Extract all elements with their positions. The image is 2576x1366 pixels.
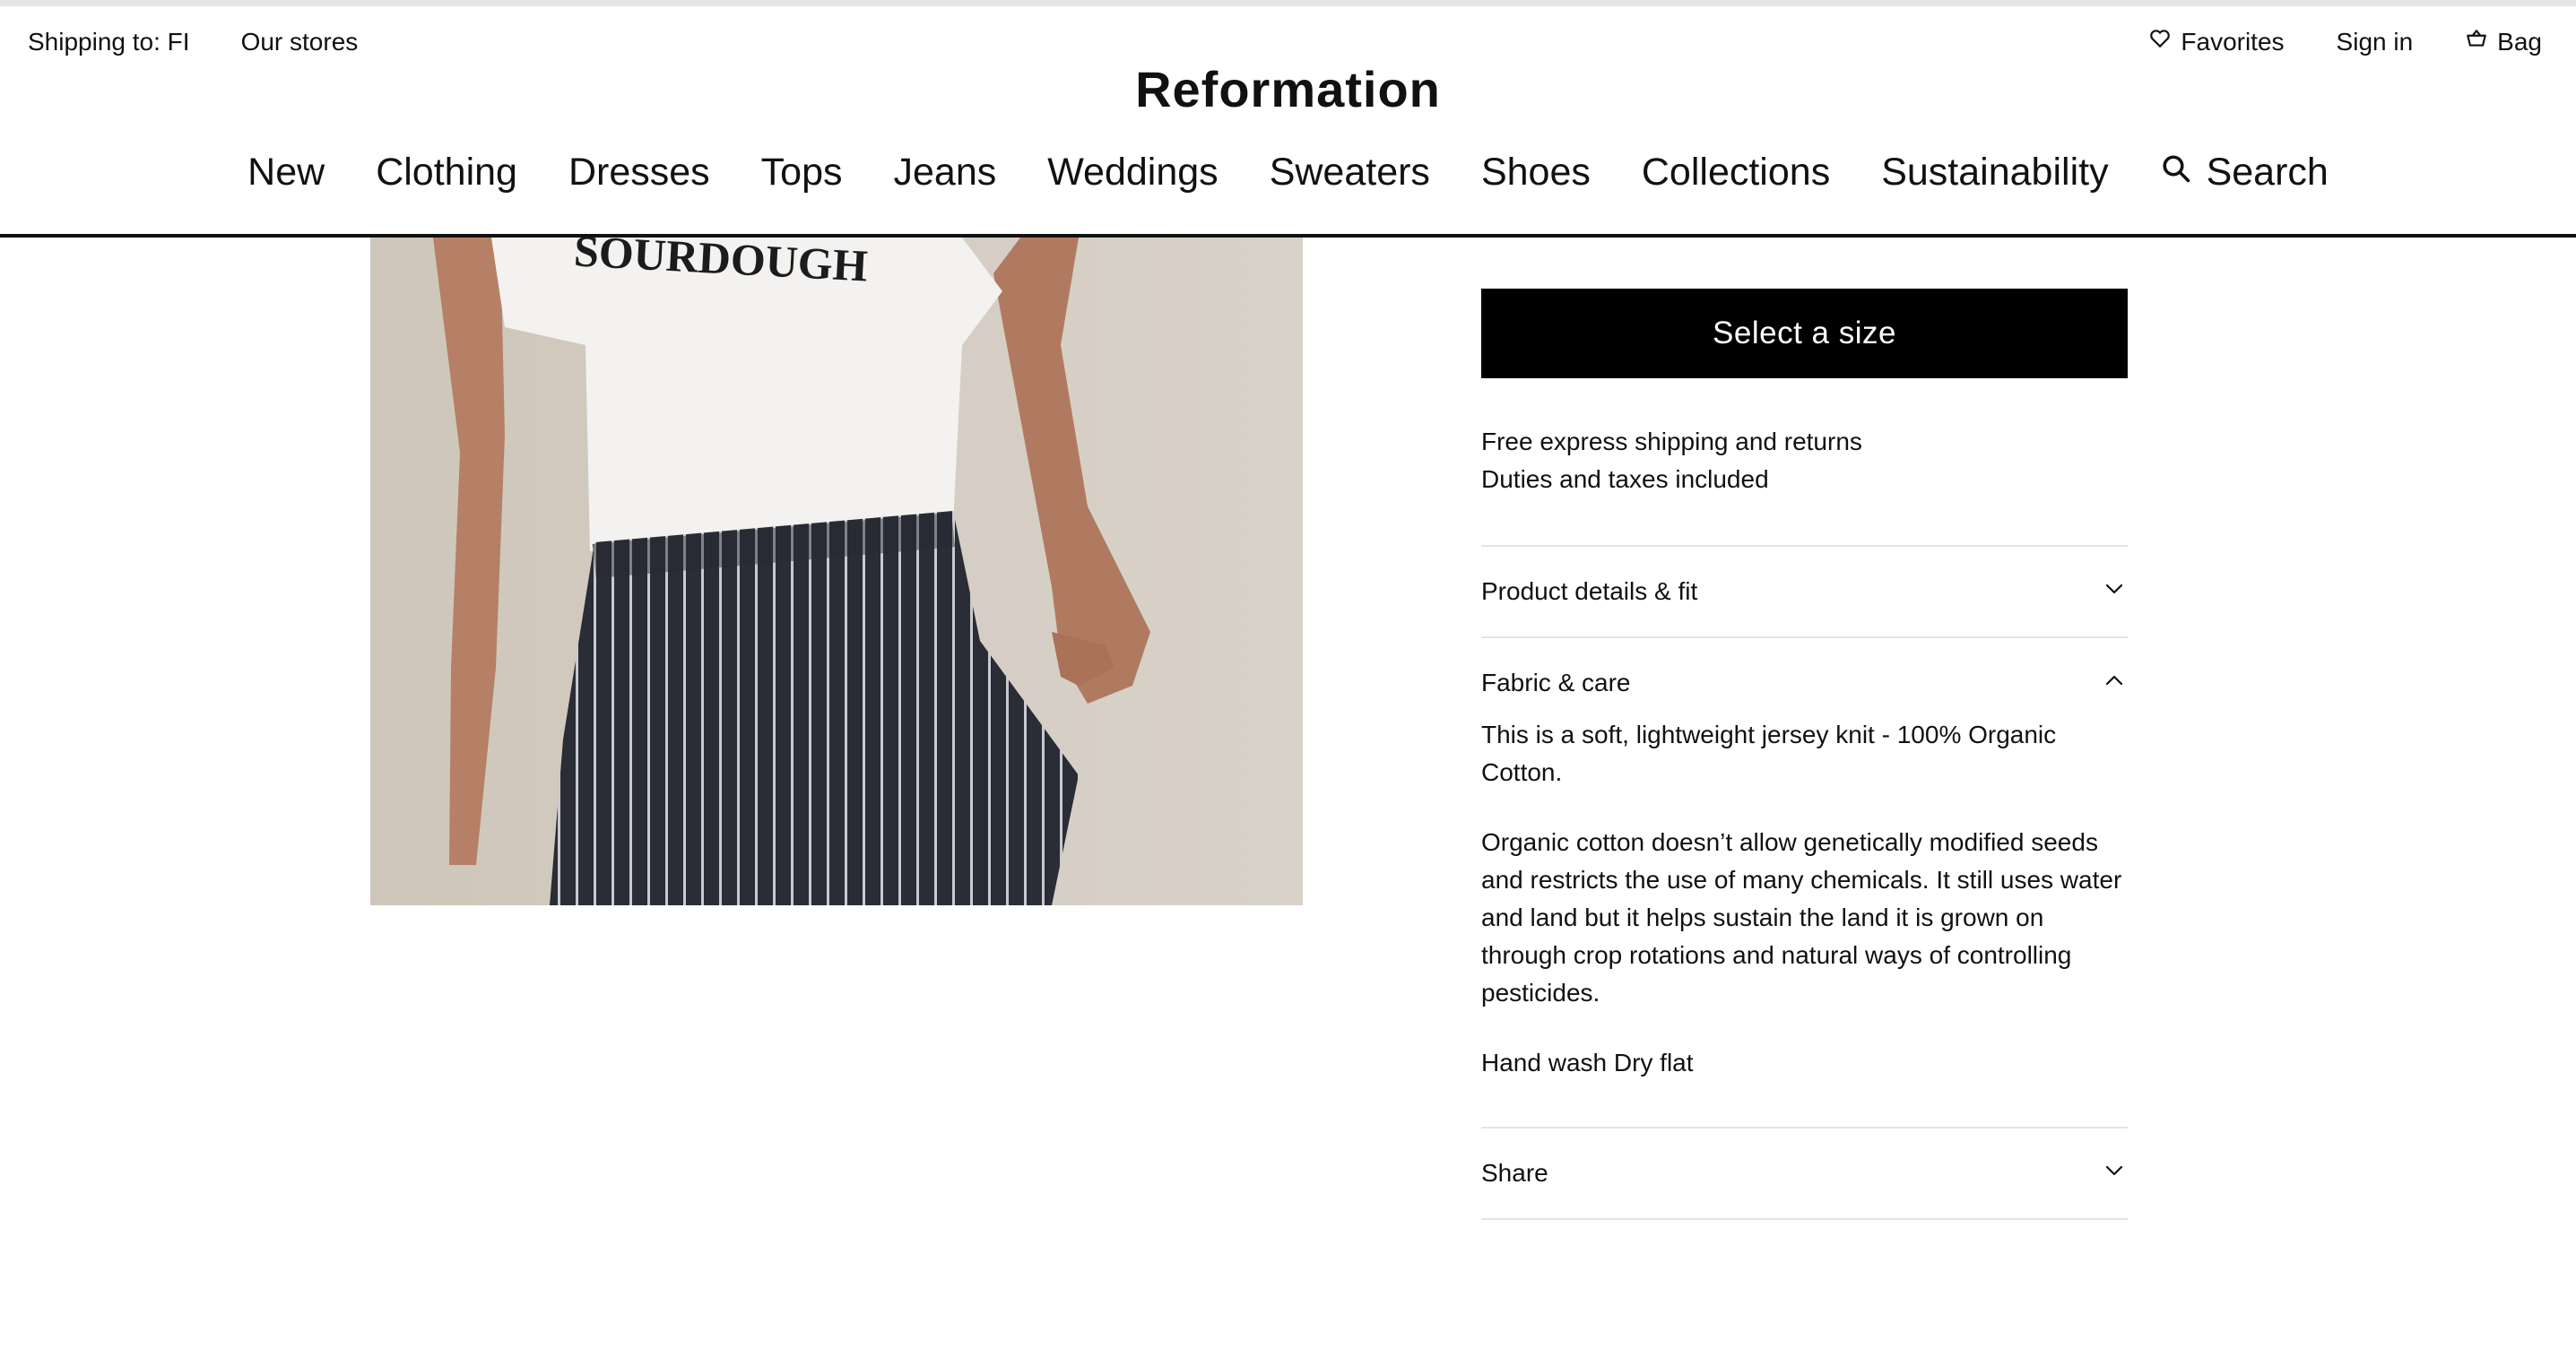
product-page: Shipping to: FI Our stores Favorites Sig… <box>0 0 2576 1366</box>
select-size-button[interactable]: Select a size <box>1481 289 2128 378</box>
heart-icon <box>2148 27 2172 57</box>
main-nav: New Clothing Dresses Tops Jeans Weddings… <box>0 147 2576 197</box>
accordion-fabric: Fabric & care This is a soft, lightweigh… <box>1481 636 2128 1127</box>
organic-cotton-note: Organic cotton doesn’t allow genetically… <box>1481 828 2122 1007</box>
chevron-down-icon <box>2103 1159 2128 1188</box>
utility-left: Shipping to: FI Our stores <box>28 27 358 57</box>
product-photo-illustration: SOURDOUGH <box>370 238 1303 905</box>
accordion-share-header[interactable]: Share <box>1481 1128 2128 1218</box>
fabric-description: This is a soft, lightweight jersey knit … <box>1481 721 2057 786</box>
product-image[interactable]: SOURDOUGH <box>370 238 1303 905</box>
accordion-fabric-body: This is a soft, lightweight jersey knit … <box>1481 716 2128 1127</box>
accordion-details: Product details & fit <box>1481 545 2128 636</box>
accordion-details-header[interactable]: Product details & fit <box>1481 547 2128 636</box>
bag-label: Bag <box>2497 28 2542 56</box>
chevron-down-icon <box>2103 577 2128 606</box>
accordion-share-title: Share <box>1481 1159 1548 1187</box>
search-icon <box>2160 147 2192 197</box>
nav-item-tops[interactable]: Tops <box>761 147 843 197</box>
nav-search-button[interactable]: Search <box>2160 147 2329 197</box>
nav-item-weddings[interactable]: Weddings <box>1047 147 1218 197</box>
chevron-up-icon <box>2103 669 2128 697</box>
utility-right: Favorites Sign in Bag <box>2148 27 2542 57</box>
nav-item-clothing[interactable]: Clothing <box>376 147 517 197</box>
browser-top-edge <box>0 0 2576 6</box>
nav-item-sweaters[interactable]: Sweaters <box>1270 147 1430 197</box>
favorites-label: Favorites <box>2181 28 2285 56</box>
accordion-details-title: Product details & fit <box>1481 577 1698 605</box>
our-stores-link[interactable]: Our stores <box>241 27 359 57</box>
accordion-fabric-header[interactable]: Fabric & care <box>1481 638 2128 728</box>
bag-link[interactable]: Bag <box>2465 27 2542 57</box>
purchase-panel: Select a size Free express shipping and … <box>1481 289 2128 1220</box>
brand-logo[interactable]: Reformation <box>0 61 2576 118</box>
nav-item-collections[interactable]: Collections <box>1642 147 1830 197</box>
nav-item-shoes[interactable]: Shoes <box>1481 147 1591 197</box>
favorites-link[interactable]: Favorites <box>2148 27 2285 57</box>
basket-icon <box>2465 27 2488 57</box>
nav-item-sustainability[interactable]: Sustainability <box>1881 147 2108 197</box>
shipping-country-link[interactable]: Shipping to: FI <box>28 27 190 57</box>
shipping-info: Free express shipping and returns Duties… <box>1481 423 2128 498</box>
nav-item-dresses[interactable]: Dresses <box>568 147 710 197</box>
care-instructions: Hand wash Dry flat <box>1481 1049 1694 1076</box>
nav-item-new[interactable]: New <box>247 147 325 197</box>
accordion-fabric-title: Fabric & care <box>1481 669 1631 696</box>
shipping-line: Free express shipping and returns <box>1481 428 1862 455</box>
nav-item-jeans[interactable]: Jeans <box>894 147 997 197</box>
accordion-share: Share <box>1481 1127 2128 1220</box>
duties-line: Duties and taxes included <box>1481 465 1769 493</box>
sign-in-link[interactable]: Sign in <box>2337 27 2414 57</box>
search-label: Search <box>2206 151 2329 194</box>
